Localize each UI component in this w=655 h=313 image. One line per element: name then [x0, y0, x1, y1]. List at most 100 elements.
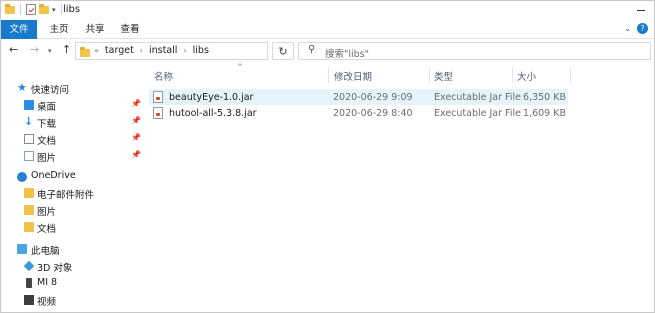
sidebar-item-mi8[interactable]: MI 8: [1, 274, 144, 291]
computer-icon: [17, 244, 27, 254]
ribbon: 文件 主页 共享 查看 ⌄ ?: [1, 20, 654, 39]
minimize-icon: [637, 10, 645, 11]
back-arrow-icon[interactable]: ←: [9, 43, 18, 56]
file-type: Executable Jar File: [434, 92, 521, 103]
sidebar-item-label: OneDrive: [31, 170, 76, 181]
sidebar-item-label: 图片: [37, 153, 57, 164]
folder-icon: [24, 205, 34, 215]
title-bar: ▾ libs: [1, 1, 654, 20]
sidebar-item-quick-access[interactable]: ★ 快速访问: [1, 79, 144, 97]
folder-icon: [80, 47, 90, 57]
folder-icon: [24, 188, 34, 198]
table-row[interactable]: hutool-all-5.3.8.jar 2020-06-29 8:40 Exe…: [149, 105, 568, 121]
tab-home[interactable]: 主页: [45, 20, 73, 39]
sidebar-item-pictures[interactable]: 图片 📌: [1, 147, 144, 164]
sidebar-item-3d-objects[interactable]: 3D 对象: [1, 257, 144, 274]
cube-icon: [23, 260, 35, 271]
file-date: 2020-06-29 9:09: [333, 92, 413, 103]
sidebar-item-this-pc[interactable]: 此电脑: [1, 240, 144, 257]
pin-icon[interactable]: 📌: [131, 99, 141, 108]
sidebar-item-email-attachments[interactable]: 电子邮件附件: [1, 184, 144, 201]
jar-file-icon: [153, 107, 163, 119]
divider: [20, 4, 21, 15]
breadcrumb-item-libs[interactable]: libs: [193, 45, 209, 56]
folder-icon: [24, 222, 34, 232]
download-icon: ↓: [24, 114, 34, 128]
sidebar-item-desktop[interactable]: 桌面 📌: [1, 96, 144, 113]
column-divider[interactable]: [570, 67, 571, 83]
breadcrumb-item-install[interactable]: install: [149, 45, 177, 56]
pin-icon[interactable]: 📌: [131, 150, 141, 159]
breadcrumb-item-target[interactable]: target: [105, 45, 134, 56]
column-divider[interactable]: [429, 67, 430, 83]
divider: [60, 4, 62, 15]
navigation-pane: ★ 快速访问 桌面 📌 ↓ 下载 📌 文档 📌 图片 📌 OneDrive 电子…: [1, 63, 144, 312]
sidebar-item-onedrive-pictures[interactable]: 图片: [1, 201, 144, 218]
sidebar-item-label: 下载: [37, 119, 57, 130]
expand-ribbon-icon[interactable]: ⌄: [624, 24, 631, 33]
breadcrumb-overflow-icon[interactable]: «: [94, 46, 99, 55]
column-header-size[interactable]: 大小: [517, 69, 536, 83]
sidebar-item-onedrive[interactable]: OneDrive: [1, 167, 144, 184]
cloud-icon: [17, 171, 27, 182]
address-bar[interactable]: « target › install › libs ⌄: [75, 42, 334, 60]
column-header-type[interactable]: 类型: [434, 69, 453, 83]
folder-icon: [5, 3, 15, 14]
window-title: libs: [63, 4, 81, 15]
customize-toolbar-icon[interactable]: ▾: [52, 6, 56, 14]
phone-icon: [26, 277, 32, 288]
search-input[interactable]: ⚲ 搜索"libs": [298, 42, 651, 60]
pin-icon[interactable]: 📌: [131, 133, 141, 142]
desktop-icon: [24, 100, 34, 110]
sidebar-item-label: 文档: [37, 224, 57, 235]
video-icon: [24, 295, 34, 305]
properties-icon[interactable]: [26, 4, 36, 15]
minimize-button[interactable]: [628, 1, 654, 20]
breadcrumb: « target › install › libs: [94, 45, 209, 56]
explorer-window: ▾ libs 文件 主页 共享 查看 ⌄ ? ← → ▾ ↑ « target …: [0, 0, 655, 313]
chevron-right-icon[interactable]: ›: [140, 46, 143, 55]
column-divider[interactable]: [328, 67, 329, 83]
table-row[interactable]: beautyEye-1.0.jar 2020-06-29 9:09 Execut…: [149, 89, 568, 105]
sort-ascending-icon: ^: [237, 63, 243, 71]
file-size: 6,350 KB: [523, 92, 566, 103]
sidebar-item-label: 图片: [37, 207, 57, 218]
picture-icon: [24, 150, 34, 161]
ribbon-controls: ⌄ ?: [624, 23, 648, 34]
refresh-button[interactable]: ↻: [272, 42, 294, 60]
column-header-name[interactable]: 名称: [154, 69, 173, 83]
sidebar-item-documents[interactable]: 文档 📌: [1, 130, 144, 147]
up-arrow-icon[interactable]: ↑: [62, 43, 71, 56]
pin-icon[interactable]: 📌: [131, 116, 141, 125]
tab-share[interactable]: 共享: [83, 20, 107, 39]
search-placeholder: 搜索"libs": [325, 49, 369, 60]
tab-file[interactable]: 文件: [1, 20, 37, 39]
sidebar-item-onedrive-documents[interactable]: 文档: [1, 218, 144, 235]
chevron-right-icon[interactable]: ›: [183, 46, 186, 55]
column-divider[interactable]: [512, 67, 513, 83]
file-size: 1,609 KB: [523, 108, 566, 119]
sidebar-item-label: 3D 对象: [37, 263, 73, 274]
sidebar-item-label: 此电脑: [31, 246, 60, 257]
help-icon[interactable]: ?: [637, 23, 648, 34]
sidebar-item-videos[interactable]: 视频: [1, 291, 144, 308]
new-folder-icon[interactable]: [39, 3, 49, 14]
sidebar-item-label: 电子邮件附件: [37, 190, 95, 201]
file-name: beautyEye-1.0.jar: [169, 92, 254, 103]
sidebar-item-label: 桌面: [37, 102, 57, 113]
file-type: Executable Jar File: [434, 108, 521, 119]
search-icon: ⚲: [308, 44, 316, 55]
sidebar-item-downloads[interactable]: ↓ 下载 📌: [1, 113, 144, 131]
sidebar-item-label: MI 8: [37, 277, 58, 288]
file-date: 2020-06-29 8:40: [333, 108, 413, 119]
navigation-bar: ← → ▾ ↑ « target › install › libs ⌄ ↻ ⚲ …: [1, 39, 654, 63]
forward-arrow-icon[interactable]: →: [30, 43, 39, 56]
column-header-date[interactable]: 修改日期: [334, 69, 372, 83]
file-name: hutool-all-5.3.8.jar: [169, 108, 257, 119]
recent-locations-icon[interactable]: ▾: [48, 47, 52, 55]
sidebar-item-label: 文档: [37, 136, 57, 147]
quick-access-toolbar: ▾: [5, 3, 64, 15]
jar-file-icon: [153, 91, 163, 103]
sidebar-item-label: 快速访问: [31, 85, 70, 96]
tab-view[interactable]: 查看: [118, 20, 142, 39]
